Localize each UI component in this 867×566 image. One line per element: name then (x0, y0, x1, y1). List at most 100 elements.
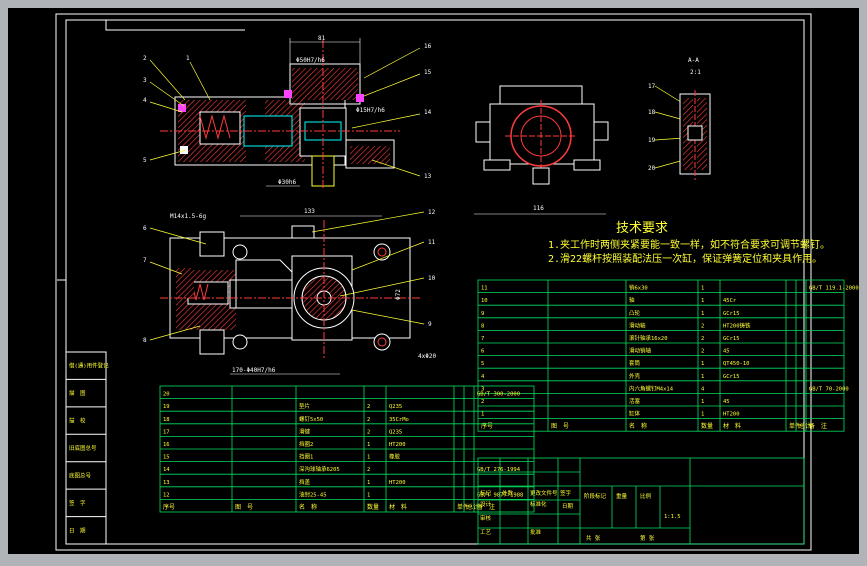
side-panel-label: 旧底图总号 (69, 444, 97, 452)
side-panel-label: 借(通)用件登记 (69, 362, 109, 370)
parts-cell: 2 (367, 404, 370, 410)
title-block-label: 设计 (480, 500, 492, 508)
parts-cell: 45 (723, 399, 730, 405)
dim-right: Φ72 (395, 289, 402, 300)
parts-cell: 11 (481, 286, 488, 292)
parts-cell: 5 (481, 361, 484, 367)
drawing-canvas[interactable]: 借(通)用件登记描 图描 校旧底图总号底图总号签 字日 期 81 Φ50H7/h… (0, 0, 867, 562)
parts-cell: 6 (481, 349, 484, 355)
callout-number: 19 (648, 137, 656, 144)
callout-number: 8 (143, 337, 147, 344)
callout-number: 17 (648, 83, 656, 90)
parts-cell: 2 (481, 399, 484, 405)
parts-cell: 19 (163, 404, 170, 410)
callout-number: 6 (143, 225, 147, 232)
title-block-label: 签字 (560, 489, 572, 497)
title-block-label: 阶段标记 (584, 492, 607, 500)
parts-header: 备 注 (809, 422, 827, 430)
dim-bore-fit: Φ50H7/h6 (296, 57, 325, 64)
parts-cell: 1 (701, 412, 704, 418)
parts-cell: 1 (701, 286, 704, 292)
callout-number: 12 (428, 209, 436, 216)
parts-cell: GB/T 300-2000 (477, 392, 520, 398)
parts-header: 材 料 (723, 422, 741, 430)
parts-cell: 凸轮 (629, 309, 641, 317)
parts-cell: 15 (163, 455, 170, 461)
dim-front-length: 133 (304, 208, 315, 215)
callout-number: 14 (424, 109, 432, 116)
parts-cell: 1 (701, 399, 704, 405)
parts-cell: 14 (163, 467, 170, 473)
title-block-label: 第 张 (640, 534, 655, 542)
callout-number: 15 (424, 69, 432, 76)
cad-viewport[interactable]: 借(通)用件登记描 图描 校旧底图总号 底图总号签 字日 期 81 Φ50H7/h… (0, 0, 867, 562)
parts-cell: 1 (701, 374, 704, 380)
parts-cell: 活塞 (629, 397, 641, 405)
parts-cell: 挡圈1 (299, 453, 313, 461)
callout-number: 7 (143, 257, 147, 264)
parts-cell: 9 (481, 311, 484, 317)
parts-cell: 2 (367, 467, 370, 473)
side-panel-label: 签 字 (69, 499, 86, 507)
parts-cell: 45 (723, 349, 730, 355)
parts-cell: 13 (163, 480, 170, 486)
callout-number: 3 (143, 77, 147, 84)
side-panel-label: 描 图 (69, 389, 86, 397)
parts-cell: 油封25-45 (299, 490, 327, 498)
callout-number: 18 (648, 109, 656, 116)
parts-cell: Q235 (389, 404, 402, 410)
parts-cell: 滑动轴 (629, 321, 646, 329)
parts-header: 材 料 (389, 503, 407, 511)
parts-cell: 螺钉5x50 (299, 415, 323, 423)
parts-cell: Q235 (389, 429, 402, 435)
parts-header: 数量 (367, 503, 379, 511)
parts-cell: 12 (163, 492, 170, 498)
parts-header: 名 称 (299, 503, 317, 511)
callout-number: 2 (143, 55, 147, 62)
parts-header: 图 号 (551, 423, 569, 430)
parts-cell: 1 (481, 412, 484, 418)
parts-cell: 20 (163, 392, 170, 398)
parts-header: 图 号 (235, 504, 253, 511)
parts-cell: 16 (163, 442, 170, 448)
parts-cell: GB/T 119.1-2000 (809, 286, 859, 292)
title-block-label: 日期 (562, 503, 574, 510)
parts-cell: 轴 (629, 296, 635, 304)
parts-cell: 滑键 (299, 427, 311, 435)
parts-cell: 垫片 (299, 402, 310, 410)
parts-cell: 1 (367, 492, 370, 498)
parts-cell: 外壳 (629, 372, 641, 380)
dim-holes: 4xΦ20 (418, 353, 436, 360)
parts-cell: 1 (367, 480, 370, 486)
callout-number: 13 (424, 173, 432, 180)
dim-side-width: 116 (533, 205, 544, 212)
callout-number: 5 (143, 157, 147, 164)
parts-cell: 缸体 (629, 410, 641, 418)
title-block-label: 比例 (640, 492, 652, 500)
parts-cell: 2 (701, 336, 704, 342)
parts-cell: 1 (701, 361, 704, 367)
title-block-label: 标记 (480, 489, 492, 497)
parts-cell: GCr15 (723, 336, 740, 342)
parts-cell: 1 (367, 455, 370, 461)
parts-cell: 挡盖 (299, 478, 311, 486)
parts-cell: HT200 (389, 442, 406, 448)
parts-cell: GB/T 70-2000 (809, 386, 849, 392)
dim-bottom-length: 170-Φ40H7/h6 (232, 367, 276, 374)
parts-header: 名 称 (629, 422, 647, 430)
parts-cell: 10 (481, 298, 488, 304)
title-block-label: 重量 (616, 492, 628, 500)
section-scale: 2:1 (690, 69, 701, 76)
parts-cell: GCr15 (723, 311, 740, 317)
title-block-label: 标准化 (530, 500, 547, 508)
tech-title: 技术要求 (616, 221, 668, 236)
parts-cell: 滚针轴承16x20 (629, 334, 668, 342)
tech-line-1: 1.夹工作时两侧夹紧要能一致一样，如不符合要求可调节螺钉。 (548, 238, 830, 251)
parts-cell: HT200铸铁 (723, 321, 751, 329)
parts-cell: 17 (163, 429, 170, 435)
side-panel-label: 底图总号 (69, 471, 92, 479)
parts-cell: 橡胶 (389, 453, 401, 461)
callout-number: 20 (648, 165, 656, 172)
title-block-label: 处数 (502, 489, 514, 497)
parts-cell: HT200 (723, 412, 740, 418)
